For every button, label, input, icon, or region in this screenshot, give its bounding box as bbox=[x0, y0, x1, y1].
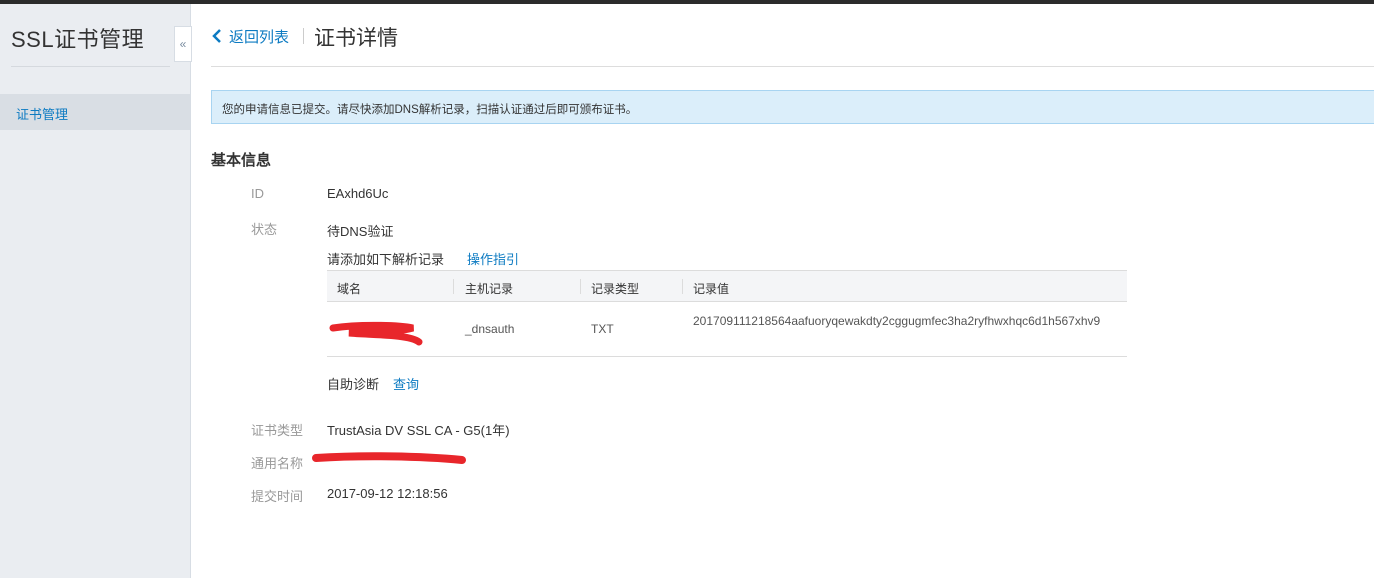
column-header-type: 记录类型 bbox=[591, 282, 640, 296]
sidebar: SSL证书管理 证书管理 bbox=[0, 4, 191, 578]
header-divider bbox=[303, 28, 304, 44]
cert-type-value: TrustAsia DV SSL CA - G5(1年) bbox=[327, 423, 510, 438]
redaction-mark bbox=[329, 321, 423, 346]
sidebar-divider bbox=[11, 66, 170, 67]
alert-message: 您的申请信息已提交。请尽快添加DNS解析记录，扫描认证通过后即可颁布证书。 bbox=[222, 104, 638, 116]
column-divider bbox=[580, 279, 581, 294]
common-name-label: 通用名称 bbox=[251, 456, 304, 471]
dns-record-table: 域名 主机记录 记录类型 记录值 _dnsauth TXT 2017091112… bbox=[327, 270, 1127, 357]
column-divider bbox=[682, 279, 683, 294]
sidebar-item-label: 证书管理 bbox=[16, 107, 69, 122]
top-bar bbox=[0, 0, 1374, 4]
back-to-list-link[interactable]: 返回列表 bbox=[229, 26, 289, 47]
cert-type-label: 证书类型 bbox=[251, 423, 304, 438]
status-label: 状态 bbox=[251, 222, 278, 237]
record-host: _dnsauth bbox=[465, 322, 515, 336]
submit-time-label: 提交时间 bbox=[251, 489, 304, 504]
table-header: 域名 主机记录 记录类型 记录值 bbox=[327, 271, 1127, 302]
diagnosis-query-link[interactable]: 查询 bbox=[393, 374, 419, 393]
page-title: 证书详情 bbox=[314, 27, 398, 50]
info-alert: 您的申请信息已提交。请尽快添加DNS解析记录，扫描认证通过后即可颁布证书。 bbox=[211, 90, 1374, 124]
record-value: 201709111218564aafuoryqewakdty2cggugmfec… bbox=[693, 314, 1101, 328]
sidebar-item-cert-management[interactable]: 证书管理 bbox=[0, 94, 190, 130]
app-title: SSL证书管理 bbox=[11, 27, 145, 52]
collapse-sidebar-icon[interactable]: « bbox=[174, 26, 192, 62]
redaction-mark bbox=[312, 452, 466, 464]
column-divider bbox=[453, 279, 454, 294]
dns-instruction: 请添加如下解析记录 bbox=[327, 252, 445, 267]
column-header-host: 主机记录 bbox=[465, 282, 514, 296]
id-label: ID bbox=[251, 186, 264, 201]
chevron-left-icon[interactable] bbox=[211, 28, 225, 44]
section-title: 基本信息 bbox=[211, 152, 272, 169]
diagnosis-label: 自助诊断 bbox=[327, 377, 380, 392]
table-row: _dnsauth TXT 201709111218564aafuoryqewak… bbox=[327, 302, 1127, 356]
guide-link[interactable]: 操作指引 bbox=[467, 249, 519, 268]
header-rule bbox=[211, 66, 1374, 67]
id-value: EAxhd6Uc bbox=[327, 186, 389, 201]
column-header-domain: 域名 bbox=[337, 282, 362, 296]
record-type: TXT bbox=[591, 322, 614, 336]
status-value: 待DNS验证 bbox=[327, 224, 394, 239]
column-header-value: 记录值 bbox=[693, 282, 730, 296]
submit-time-value: 2017-09-12 12:18:56 bbox=[327, 486, 448, 501]
